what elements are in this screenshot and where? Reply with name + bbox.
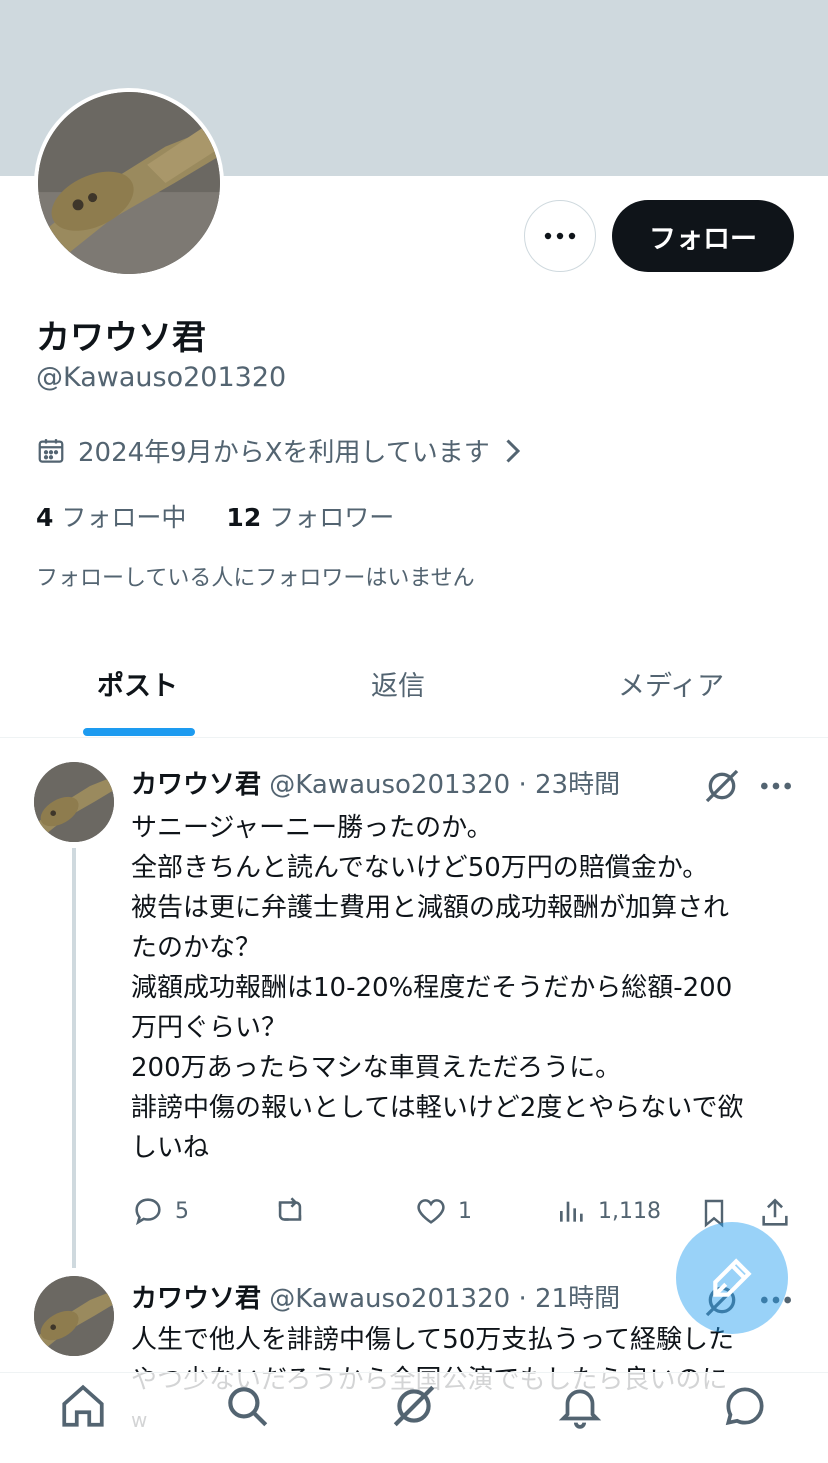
tweet-more-icon[interactable] xyxy=(756,766,796,806)
reply-count: 5 xyxy=(175,1198,189,1224)
active-tab-indicator xyxy=(83,728,195,736)
like-button[interactable]: 1 xyxy=(414,1194,472,1228)
grok-nav-icon[interactable] xyxy=(389,1381,439,1431)
tweet-line: 誹謗中傷の報いとしては軽いけど2度とやらないで欲 xyxy=(131,1093,744,1123)
retweet-button[interactable] xyxy=(272,1194,308,1228)
grok-icon[interactable] xyxy=(702,766,742,806)
following-link[interactable]: 4 フォロー中 xyxy=(36,498,186,534)
tweet-line: 200万あったらマシな車買えただろうに。 xyxy=(131,1053,622,1083)
home-icon[interactable] xyxy=(58,1381,108,1431)
profile-avatar[interactable] xyxy=(34,88,224,278)
more-icon xyxy=(544,232,576,240)
followers-label: フォロワー xyxy=(269,503,395,532)
reply-button[interactable]: 5 xyxy=(131,1194,189,1228)
like-count: 1 xyxy=(458,1198,472,1224)
chevron-right-icon xyxy=(506,438,520,463)
following-label: フォロー中 xyxy=(61,503,187,532)
tweet-meta: @Kawauso201320 · 21時間 xyxy=(269,1284,621,1314)
tweet-header: カワウソ君 @Kawauso201320 · 21時間 xyxy=(131,1278,620,1315)
follow-button[interactable]: フォロー xyxy=(612,200,794,272)
followers-link[interactable]: 12 フォロワー xyxy=(226,498,394,534)
search-icon[interactable] xyxy=(222,1381,272,1431)
tweet-line: 被告は更に弁護士費用と減額の成功報酬が加算され xyxy=(131,893,730,923)
reply-icon xyxy=(135,1198,161,1226)
views-count: 1,118 xyxy=(598,1198,661,1224)
tweet-author-name[interactable]: カワウソ君 xyxy=(131,770,261,800)
profile-display-name: カワウソ君 xyxy=(36,318,206,358)
followers-you-know-note: フォローしている人にフォロワーはいません xyxy=(36,566,475,591)
tweet-line: 万円ぐらい？ xyxy=(131,1013,288,1043)
joined-text: 2024年9月からXを利用しています xyxy=(78,438,490,468)
tweet-line: しいね xyxy=(131,1133,210,1163)
messages-icon[interactable] xyxy=(720,1381,770,1431)
tweet-line: 減額成功報酬は10-20%程度だそうだから総額-200 xyxy=(131,973,733,1003)
tweet-author-name[interactable]: カワウソ君 xyxy=(131,1284,261,1314)
tweet-avatar[interactable] xyxy=(34,762,114,842)
tab-posts[interactable]: ポスト xyxy=(97,664,178,703)
profile-tabs: ポスト 返信 メディア xyxy=(0,640,828,738)
views-icon xyxy=(560,1201,583,1222)
tweet-line: たのかな？ xyxy=(131,933,262,963)
like-icon xyxy=(417,1199,445,1224)
followers-count: 12 xyxy=(226,503,262,532)
joined-date[interactable]: 2024年9月からXを利用しています xyxy=(36,432,522,469)
follow-stats: 4 フォロー中 12 フォロワー xyxy=(36,498,394,534)
more-options-button[interactable] xyxy=(524,200,596,272)
tweet-avatar[interactable] xyxy=(34,1276,114,1356)
profile-handle: @Kawauso201320 xyxy=(36,362,287,393)
retweet-icon xyxy=(278,1197,302,1221)
tweet-meta: @Kawauso201320 · 23時間 xyxy=(269,770,621,800)
notifications-icon[interactable] xyxy=(555,1381,605,1431)
share-icon[interactable] xyxy=(758,1196,792,1230)
views-button[interactable]: 1,118 xyxy=(556,1194,661,1228)
bottom-nav xyxy=(0,1372,828,1463)
tweet-text: サニージャーニー勝ったのか。 全部きちんと読んでないけど50万円の賠償金か。 被… xyxy=(131,808,803,1168)
tweet-line: サニージャーニー勝ったのか。 xyxy=(131,813,493,843)
tweet-header: カワウソ君 @Kawauso201320 · 23時間 xyxy=(131,764,620,801)
compose-button[interactable] xyxy=(676,1222,788,1334)
following-count: 4 xyxy=(36,503,54,532)
tweet-line: 全部きちんと読んでないけど50万円の賠償金か。 xyxy=(131,853,709,883)
tab-media[interactable]: メディア xyxy=(618,664,724,703)
tweet-actions: 5 1 1,118 xyxy=(0,1190,828,1234)
calendar-icon xyxy=(38,438,64,463)
compose-icon xyxy=(713,1258,752,1297)
tab-replies[interactable]: 返信 xyxy=(371,664,425,703)
